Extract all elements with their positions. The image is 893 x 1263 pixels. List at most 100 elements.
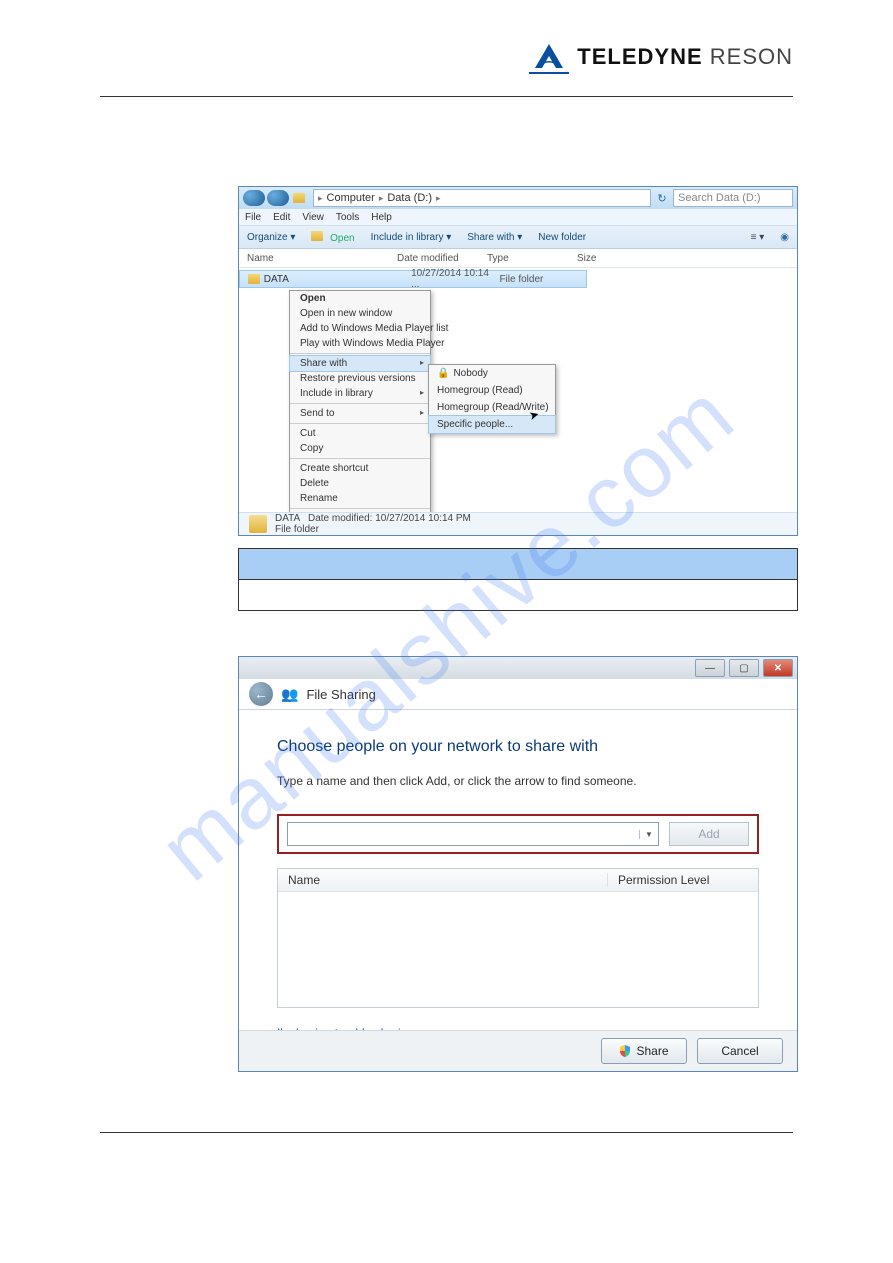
brand-bold: TELEDYNE [577,44,702,69]
status-kind: File folder [275,524,471,535]
help-icon[interactable]: ◉ [780,232,789,243]
ctx-sep [290,423,430,424]
chevron-right-icon: ▸ [436,193,441,204]
file-row-selected[interactable]: DATA 10/27/2014 10:14 ... File folder [239,270,587,288]
col-name[interactable]: Name [247,253,397,264]
brand-thin: RESON [703,44,793,69]
ctx-rename[interactable]: Rename [290,491,430,506]
ctx-send-to[interactable]: Send to▸ [290,406,430,421]
view-options-icon[interactable]: ≡ ▾ [751,232,765,243]
dialog-header: ← 👥 File Sharing [239,679,797,710]
refresh-icon[interactable]: ↻ [655,192,669,205]
menu-view[interactable]: View [302,212,324,223]
ctx-delete[interactable]: Delete [290,476,430,491]
lock-icon: 🔒 [437,368,449,379]
sub-nobody[interactable]: 🔒Nobody [429,365,555,382]
nav-fwd-icon[interactable] [267,190,289,206]
maximize-button[interactable]: ▢ [729,659,759,677]
share-button[interactable]: Share [601,1038,687,1064]
ctx-shortcut[interactable]: Create shortcut [290,461,430,476]
dropdown-arrow-icon[interactable]: ▼ [639,830,658,839]
share-button-label: Share [636,1044,668,1058]
file-type: File folder [499,274,578,285]
share-submenu: 🔒Nobody Homegroup (Read) Homegroup (Read… [428,364,556,434]
ctx-copy[interactable]: Copy [290,441,430,456]
add-people-highlight: ▼ Add [277,814,759,854]
figure-caption-block [238,548,798,611]
col-type[interactable]: Type [487,253,577,264]
menu-help[interactable]: Help [371,212,392,223]
ctx-include[interactable]: Include in library▸ [290,386,430,401]
sub-specific[interactable]: Specific people... [428,415,556,434]
file-name: DATA [264,274,411,285]
add-button[interactable]: Add [669,822,749,846]
menu-edit[interactable]: Edit [273,212,290,223]
dialog-heading: Choose people on your network to share w… [277,738,759,756]
menu-tools[interactable]: Tools [336,212,359,223]
menu-bar: File Edit View Tools Help [239,209,797,226]
cancel-button-label: Cancel [721,1044,758,1058]
permissions-table: Name Permission Level [277,868,759,1008]
chevron-right-icon: ▸ [379,193,384,204]
back-button[interactable]: ← [249,682,273,706]
chevron-right-icon: ▸ [420,408,424,417]
include-button[interactable]: Include in library ▾ [371,232,452,243]
ctx-cut[interactable]: Cut [290,426,430,441]
ctx-sep [290,403,430,404]
teledyne-logo-icon [529,40,569,74]
command-bar: Organize ▾ Open Include in library ▾ Sha… [239,226,797,249]
dialog-description: Type a name and then click Add, or click… [277,774,759,788]
breadcrumb-bar[interactable]: ▸ Computer ▸ Data (D:) ▸ [313,189,651,207]
status-meta: Date modified: 10/27/2014 10:14 PM [308,513,471,524]
permissions-header: Name Permission Level [278,869,758,892]
ctx-restore[interactable]: Restore previous versions [290,371,430,386]
dialog-footer: Share Cancel [239,1030,797,1071]
ctx-open-new[interactable]: Open in new window [290,306,430,321]
chevron-right-icon: ▸ [318,193,323,204]
ctx-sep [290,353,430,354]
ctx-open[interactable]: Open [290,291,430,306]
people-combobox[interactable]: ▼ [287,822,659,846]
col-size[interactable]: Size [577,253,637,264]
sub-hg-read[interactable]: Homegroup (Read) [429,382,555,399]
newfolder-button[interactable]: New folder [538,232,586,243]
ctx-share-with[interactable]: Share with▸ [289,355,431,372]
caption-empty-row [238,579,798,611]
header-divider [100,96,793,97]
open-folder-icon [311,231,323,241]
explorer-window: ▸ Computer ▸ Data (D:) ▸ ↻ Search Data (… [238,186,798,536]
footer-divider [100,1132,793,1133]
menu-file[interactable]: File [245,212,261,223]
sub-hg-rw[interactable]: Homegroup (Read/Write) [429,399,555,416]
col-date[interactable]: Date modified [397,253,487,264]
close-button[interactable]: ✕ [763,659,793,677]
ctx-add-wmp[interactable]: Add to Windows Media Player list [290,321,430,336]
folder-icon [248,274,260,284]
search-input[interactable]: Search Data (D:) [673,189,793,207]
dialog-title: File Sharing [306,687,375,702]
folder-icon [249,515,267,533]
open-button[interactable]: Open [330,233,354,244]
nav-buttons[interactable] [243,190,289,206]
breadcrumb-computer[interactable]: Computer [327,192,375,204]
nav-back-icon[interactable] [243,190,265,206]
col-name[interactable]: Name [278,873,608,887]
brand-name: TELEDYNE RESON [577,44,793,70]
ctx-play-wmp[interactable]: Play with Windows Media Player [290,336,430,351]
dialog-content: Choose people on your network to share w… [239,710,797,1054]
explorer-statusbar: DATA Date modified: 10/27/2014 10:14 PM … [239,512,797,535]
breadcrumb-drive[interactable]: Data (D:) [387,192,432,204]
ctx-sep [290,508,430,509]
organize-button[interactable]: Organize ▾ [247,232,295,243]
explorer-body: DATA 10/27/2014 10:14 ... File folder Op… [239,270,797,520]
sharewith-button[interactable]: Share with ▾ [467,232,522,243]
minimize-button[interactable]: — [695,659,725,677]
folder-icon [293,193,305,203]
explorer-titlebar: ▸ Computer ▸ Data (D:) ▸ ↻ Search Data (… [239,187,797,209]
people-input[interactable] [288,834,639,835]
chevron-right-icon: ▸ [420,358,424,367]
col-perm[interactable]: Permission Level [608,873,758,887]
file-date: 10/27/2014 10:14 ... [411,268,499,290]
cancel-button[interactable]: Cancel [697,1038,783,1064]
people-icon: 👥 [281,686,298,703]
